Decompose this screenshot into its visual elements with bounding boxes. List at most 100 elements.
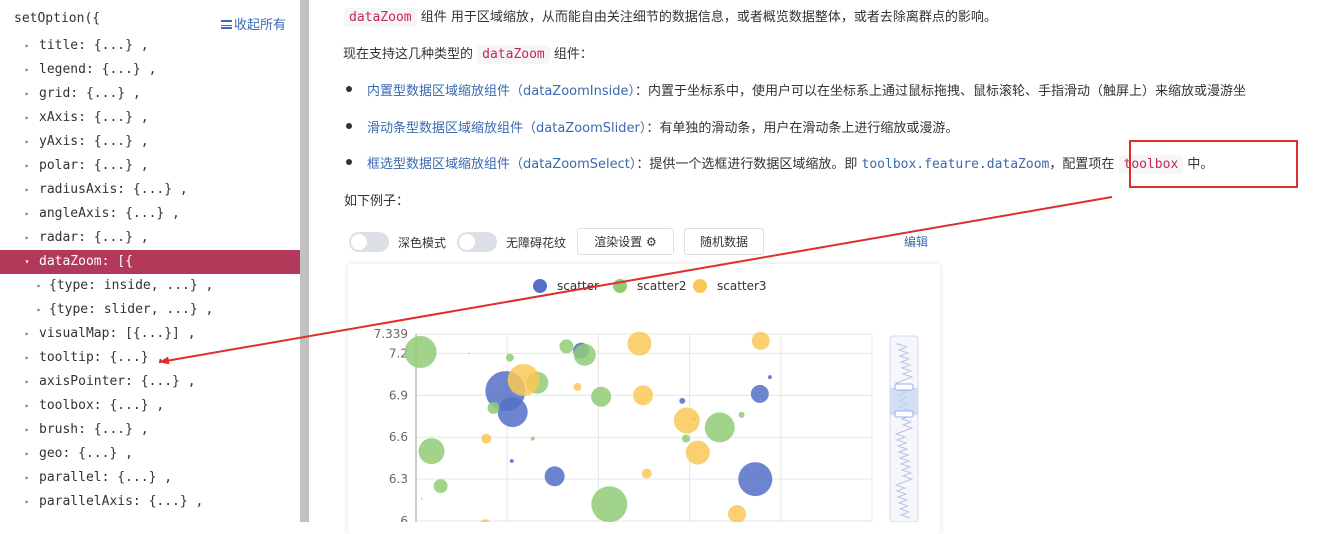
caret-right-icon[interactable]: ▸	[34, 298, 44, 322]
scatter-point	[641, 468, 652, 479]
y-tick-label: 6	[400, 514, 408, 522]
datazoom-handle-bottom	[894, 410, 914, 418]
toolbox-feature-code[interactable]: toolbox.feature.dataZoom	[862, 157, 1050, 172]
tree-item[interactable]: ▸ visualMap: [{...}] ,	[0, 322, 300, 346]
caret-right-icon[interactable]: ▸	[22, 34, 32, 58]
dark-mode-toggle[interactable]	[349, 232, 389, 252]
collapse-all-button[interactable]: 收起所有	[221, 14, 286, 33]
scatter-point	[418, 438, 445, 465]
scatter-point	[673, 407, 700, 434]
accessible-pattern-label: 无障碍花纹	[506, 236, 567, 250]
caret-right-icon[interactable]: ▸	[22, 322, 32, 346]
caret-right-icon[interactable]: ▸	[22, 178, 32, 202]
caret-right-icon[interactable]: ▸	[22, 490, 32, 514]
caret-right-icon[interactable]: ▸	[22, 154, 32, 178]
tree-item[interactable]: ▸ polar: {...} ,	[0, 154, 300, 178]
tree-item[interactable]: ▸ xAxis: {...} ,	[0, 106, 300, 130]
scatter-chart[interactable]: 7.3397.26.96.66.36scatter scatter2 scatter…	[348, 264, 940, 522]
tree-item[interactable]: ▸ {type: inside, ...} ,	[0, 274, 300, 298]
render-settings-button[interactable]: 渲染设置 ⚙	[577, 228, 674, 255]
caret-right-icon[interactable]: ▸	[22, 442, 32, 466]
collapse-all-label: 收起所有	[234, 18, 287, 33]
caret-right-icon[interactable]: ▸	[34, 274, 44, 298]
caret-right-icon[interactable]: ▸	[22, 82, 32, 106]
caret-right-icon[interactable]: ▸	[22, 466, 32, 490]
tree-item-label: radar: {...} ,	[39, 230, 149, 245]
tree-item-label: parallel: {...} ,	[39, 470, 173, 485]
caret-right-icon[interactable]: ▸	[22, 202, 32, 226]
scatter-point	[530, 436, 535, 441]
bullet-slider-text: ：有单独的滑动条，用户在滑动条上进行缩放或漫游。	[646, 121, 959, 136]
caret-right-icon[interactable]: ▸	[22, 394, 32, 418]
tree-item[interactable]: ▸ geo: {...} ,	[0, 442, 300, 466]
tree-item[interactable]: ▸ legend: {...} ,	[0, 58, 300, 82]
legend-marker	[693, 279, 707, 293]
scatter-point	[481, 433, 492, 444]
tree-item-label: title: {...} ,	[39, 38, 149, 53]
tree-item[interactable]: ▸ title: {...} ,	[0, 34, 300, 58]
scatter-point	[750, 384, 769, 403]
caret-down-icon[interactable]: ▾	[22, 250, 32, 274]
scatter-point	[591, 486, 628, 522]
bullet-dot	[346, 123, 352, 129]
tree-item[interactable]: ▸ axisPointer: {...} ,	[0, 370, 300, 394]
tree-item[interactable]: ▸ tooltip: {...} ,	[0, 346, 300, 370]
dataZoomInside-link[interactable]: 内置型数据区域缩放组件（dataZoomInside）	[367, 84, 635, 99]
scatter-point	[738, 411, 745, 418]
tree-item[interactable]: ▸ radiusAxis: {...} ,	[0, 178, 300, 202]
bullet-select: 框选型数据区域缩放组件（dataZoomSelect）：提供一个选框进行数据区域…	[346, 153, 1213, 174]
tree-item-label: visualMap: [{...}] ,	[39, 326, 196, 341]
scatter-point	[633, 385, 654, 406]
caret-right-icon[interactable]: ▸	[22, 130, 32, 154]
tree-item[interactable]: ▸ angleAxis: {...} ,	[0, 202, 300, 226]
types-suffix: 组件：	[549, 47, 593, 62]
bullet-dot	[346, 86, 352, 92]
tree-item[interactable]: ▸ radar: {...} ,	[0, 226, 300, 250]
bullet-inside-text: ：内置于坐标系中，使用户可以在坐标系上通过鼠标拖拽、鼠标滚轮、手指滑动（触屏上）…	[634, 84, 1246, 99]
tree-item[interactable]: ▸ {type: slider, ...} ,	[0, 298, 300, 322]
tree-item[interactable]: ▾ dataZoom: [{	[0, 250, 300, 274]
scatter-point	[404, 336, 437, 369]
caret-right-icon[interactable]: ▸	[22, 58, 32, 82]
option-tree: ▸ title: {...} , ▸ legend: {...} , ▸ grid: {.…	[0, 34, 300, 514]
scatter-point	[497, 397, 528, 428]
caret-right-icon[interactable]: ▸	[22, 418, 32, 442]
tree-item[interactable]: ▸ toolbox: {...} ,	[0, 394, 300, 418]
y-tick-label: 7.339	[374, 327, 408, 341]
accessible-pattern-toggle[interactable]	[457, 232, 497, 252]
caret-right-icon[interactable]: ▸	[22, 226, 32, 250]
tree-item-label: brush: {...} ,	[39, 422, 149, 437]
tree-item[interactable]: ▸ grid: {...} ,	[0, 82, 300, 106]
tree-item-label: tooltip: {...} ,	[39, 350, 165, 365]
scatter-point	[751, 331, 770, 350]
scatter-point	[681, 434, 690, 443]
scatter-point	[467, 352, 470, 355]
tree-item[interactable]: ▸ yAxis: {...} ,	[0, 130, 300, 154]
scatter-point	[573, 343, 596, 366]
scatter-point	[507, 363, 540, 396]
tree-item-label: {type: inside, ...} ,	[49, 278, 214, 293]
bullet-inside: 内置型数据区域缩放组件（dataZoomInside）：内置于坐标系中，使用户可…	[346, 80, 1246, 99]
caret-right-icon[interactable]: ▸	[22, 106, 32, 130]
tree-item[interactable]: ▸ parallel: {...} ,	[0, 466, 300, 490]
tree-item[interactable]: ▸ brush: {...} ,	[0, 418, 300, 442]
scatter-point	[487, 401, 500, 414]
y-tick-label: 6.9	[389, 388, 408, 402]
legend-label: scatter3	[717, 279, 767, 293]
bullet-select-mid: ，配置项在	[1049, 157, 1119, 172]
tree-item-label: polar: {...} ,	[39, 158, 149, 173]
scatter-point	[679, 397, 686, 404]
legend-marker	[533, 279, 547, 293]
caret-right-icon[interactable]: ▸	[22, 370, 32, 394]
highlight-box	[1129, 140, 1298, 188]
sidebar-scrollbar[interactable]	[300, 0, 309, 522]
dataZoomSelect-link[interactable]: 框选型数据区域缩放组件（dataZoomSelect）	[367, 157, 636, 172]
caret-right-icon[interactable]: ▸	[22, 346, 32, 370]
random-data-button[interactable]: 随机数据	[684, 228, 764, 255]
tree-item-label: legend: {...} ,	[39, 62, 157, 77]
dataZoomSlider-link[interactable]: 滑动条型数据区域缩放组件（dataZoomSlider）	[367, 121, 646, 136]
tree-item-label: {type: slider, ...} ,	[49, 302, 214, 317]
tree-item[interactable]: ▸ parallelAxis: {...} ,	[0, 490, 300, 514]
edit-link[interactable]: 编辑	[904, 233, 928, 250]
scatter-point	[685, 440, 710, 465]
